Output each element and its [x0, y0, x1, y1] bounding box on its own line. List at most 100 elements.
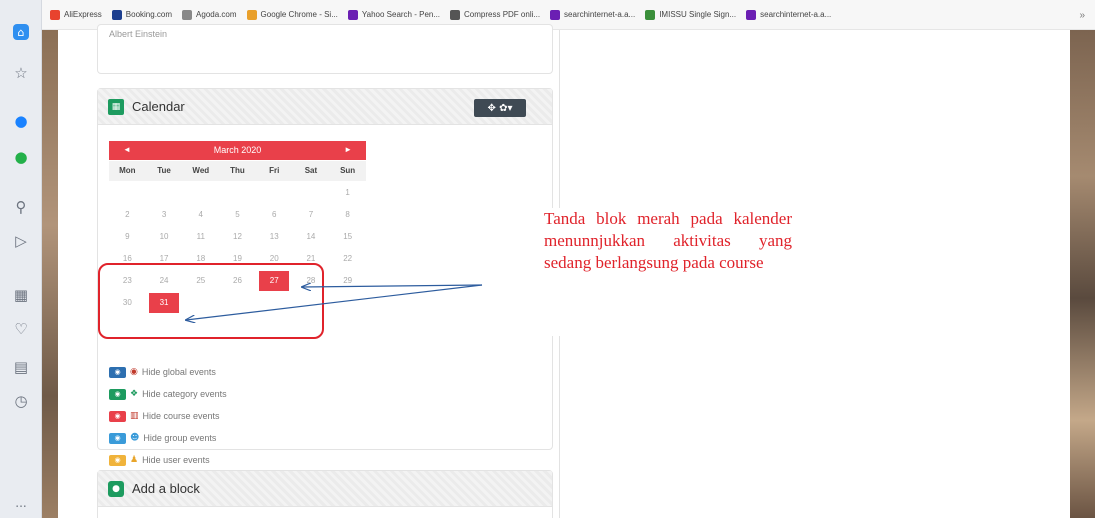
calendar-day[interactable]: 29: [333, 271, 363, 291]
weekday-label: Fri: [269, 166, 280, 175]
users-icon: ☻: [130, 433, 140, 443]
bookmark-item[interactable]: Compress PDF onli...: [450, 9, 541, 20]
bookmark-item[interactable]: searchinternet-a.a...: [746, 9, 832, 20]
calendar-day[interactable]: 9: [112, 227, 142, 247]
annotation-box: Tanda blok merah pada kalender menunnjuk…: [544, 208, 804, 336]
whatsapp-icon[interactable]: ●: [10, 146, 32, 168]
bookmark-item[interactable]: searchinternet-a.a...: [550, 9, 635, 20]
more-icon[interactable]: ...: [10, 492, 32, 514]
calendar-day[interactable]: 4: [186, 205, 216, 225]
quote-block: Albert Einstein: [97, 24, 553, 74]
calendar-day[interactable]: 11: [186, 227, 216, 247]
calendar-day[interactable]: 10: [149, 227, 179, 247]
legend-label[interactable]: Hide global events: [142, 367, 216, 377]
history-icon[interactable]: ◷: [10, 390, 32, 412]
weekday-label: Mon: [119, 166, 136, 175]
yahoo-icon: [746, 9, 757, 20]
eye-icon[interactable]: ◉: [109, 432, 126, 444]
aliexpress-icon: [50, 9, 60, 20]
next-month-button[interactable]: ►: [344, 145, 352, 154]
weekday-label: Tue: [157, 166, 171, 175]
calendar-day[interactable]: 12: [223, 227, 253, 247]
bookmark-item[interactable]: Google Chrome - Si...: [246, 9, 338, 20]
bookmark-label: Yahoo Search - Pen...: [361, 10, 441, 19]
calendar-day[interactable]: 5: [223, 205, 253, 225]
chrome-icon: [246, 9, 257, 20]
legend-item[interactable]: ◉ ♟ Hide user events: [109, 453, 210, 467]
eye-icon[interactable]: ◉: [109, 454, 126, 466]
browser-sidebar: ⌂ ☆ ● ● ⚲ ▷ ▦ ♡ ▤ ◷ ...: [0, 0, 42, 518]
bookmark-label: Google Chrome - Si...: [260, 10, 338, 19]
weekday-header: Mon Tue Wed Thu Fri Sat Sun: [109, 161, 366, 181]
bookmark-item[interactable]: AliExpress: [50, 9, 102, 20]
yahoo-icon: [347, 9, 358, 20]
heart-icon[interactable]: ♡: [10, 318, 32, 340]
weekday-label: Sat: [304, 166, 318, 175]
agoda-icon: [182, 9, 193, 20]
calendar-day[interactable]: 8: [333, 205, 363, 225]
calendar-month-label: March 2020: [213, 145, 262, 155]
send-icon[interactable]: ▷: [10, 230, 32, 252]
highlight-frame: [98, 263, 324, 339]
globe-icon: [645, 9, 656, 20]
institution-icon: ▥: [130, 411, 139, 421]
messenger-icon[interactable]: ●: [10, 110, 32, 132]
legend-label[interactable]: Hide group events: [143, 433, 216, 443]
weekday-label: Sun: [340, 166, 356, 175]
calendar-day[interactable]: 14: [296, 227, 326, 247]
legend-label[interactable]: Hide user events: [142, 455, 210, 465]
bookmark-item[interactable]: Yahoo Search - Pen...: [347, 9, 441, 20]
home-icon[interactable]: ⌂: [13, 24, 29, 40]
calendar-day[interactable]: 6: [259, 205, 289, 225]
legend-item[interactable]: ◉ ▥ Hide course events: [109, 409, 220, 423]
calendar-day[interactable]: 2: [112, 205, 142, 225]
calendar-day[interactable]: 13: [259, 227, 289, 247]
add-block-block: ● Add a block: [97, 470, 553, 518]
calendar-day[interactable]: 1: [333, 183, 363, 203]
weekday-label: Thu: [230, 166, 245, 175]
booking-icon: [111, 9, 122, 20]
add-block-header: ● Add a block: [98, 471, 552, 507]
calendar-day[interactable]: 7: [296, 205, 326, 225]
annotation-text: Tanda blok merah pada kalender menunnjuk…: [544, 209, 792, 272]
calendar-day[interactable]: 15: [333, 227, 363, 247]
weekday-label: Wed: [192, 166, 210, 175]
apps-icon[interactable]: ▦: [10, 284, 32, 306]
bookmark-item[interactable]: Agoda.com: [182, 9, 237, 20]
calendar-day[interactable]: 3: [149, 205, 179, 225]
globe-icon: ◉: [130, 367, 138, 377]
bookmark-item[interactable]: IMISSU Single Sign...: [645, 9, 737, 20]
legend-item[interactable]: ◉ ◉ Hide global events: [109, 365, 216, 379]
bookmark-label: Booking.com: [125, 10, 173, 19]
bookmark-label: Compress PDF onli...: [464, 10, 541, 19]
cubes-icon: ❖: [130, 389, 139, 399]
legend-label[interactable]: Hide category events: [142, 389, 227, 399]
background-strip-right: [1070, 30, 1095, 518]
bookmark-label: searchinternet-a.a...: [760, 10, 832, 19]
bookmark-label: AliExpress: [64, 10, 102, 19]
calendar-header: ▦ Calendar ✥ ✿▾: [98, 89, 552, 125]
eye-icon[interactable]: ◉: [109, 388, 126, 400]
bookmarks-overflow-icon[interactable]: »: [1079, 10, 1085, 21]
plus-icon: ●: [108, 481, 124, 497]
block-controls-button[interactable]: ✥ ✿▾: [474, 99, 526, 117]
yahoo-icon: [550, 9, 561, 20]
search-icon[interactable]: ⚲: [10, 196, 32, 218]
bookmark-item[interactable]: Booking.com: [111, 9, 173, 20]
calendar-title: Calendar: [132, 99, 185, 114]
add-block-title[interactable]: Add a block: [132, 481, 200, 496]
legend-item[interactable]: ◉ ❖ Hide category events: [109, 387, 227, 401]
bookmark-label: IMISSU Single Sign...: [659, 10, 737, 19]
legend-label[interactable]: Hide course events: [143, 411, 220, 421]
user-icon: ♟: [130, 455, 139, 465]
calendar-month-nav: ◄ March 2020 ►: [109, 141, 366, 160]
eye-icon[interactable]: ◉: [109, 410, 126, 422]
calendar-icon: ▦: [108, 99, 124, 115]
star-icon[interactable]: ☆: [10, 62, 32, 84]
quote-author: Albert Einstein: [109, 29, 168, 39]
news-icon[interactable]: ▤: [10, 356, 32, 378]
bookmark-label: Agoda.com: [196, 10, 237, 19]
calendar-day[interactable]: 22: [333, 249, 363, 269]
eye-icon[interactable]: ◉: [109, 366, 126, 378]
legend-item[interactable]: ◉ ☻ Hide group events: [109, 431, 216, 445]
